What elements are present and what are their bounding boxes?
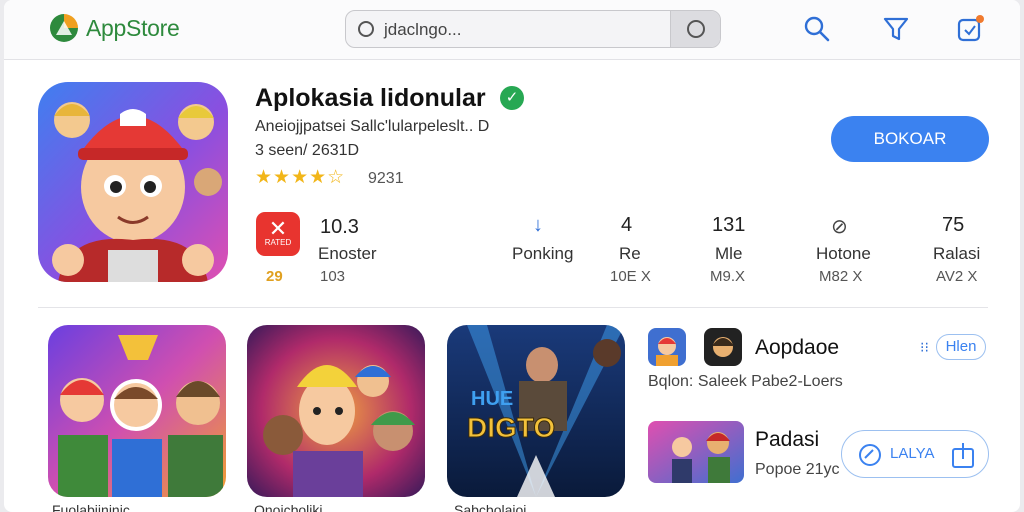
stat-value-mle: 131 xyxy=(712,214,746,236)
search-bar[interactable]: jdaclngo... xyxy=(345,10,721,48)
app-meta: 3 seen/ 2631D xyxy=(255,142,360,159)
stat-sub-size: 103 xyxy=(320,268,346,285)
search-circle-icon xyxy=(358,21,374,37)
related-app-action-label: LALYA xyxy=(890,445,935,462)
download-arrow-icon[interactable]: ↓ xyxy=(523,214,553,237)
stat-label-mle: Mle xyxy=(715,244,743,263)
stat-sub-mle: M9.X xyxy=(710,268,746,285)
related-app-banner-2[interactable] xyxy=(648,421,744,483)
app-store-logo-icon[interactable] xyxy=(48,12,80,44)
stat-value-ralasi: 75 xyxy=(942,214,965,236)
search-input[interactable]: jdaclngo... xyxy=(384,20,462,40)
stat-label-size: Enoster xyxy=(318,244,377,263)
stat-label-re: Re xyxy=(619,244,641,263)
app-store-window: AppStore jdaclngo... Aplokasia lidonular… xyxy=(4,0,1020,512)
more-options-icon[interactable]: ⁝⁝ xyxy=(920,339,929,356)
tag-icon xyxy=(859,444,881,466)
stat-label-hotone: Hotone xyxy=(816,244,871,263)
screenshot-3-caption: Sabcbolaioi xyxy=(454,502,527,512)
related-app-open-button[interactable]: Hlen xyxy=(936,334,986,360)
screenshot-3-title: DIGTO xyxy=(467,412,555,443)
screenshot-3-small-title: HUE xyxy=(471,388,513,410)
screenshot-1[interactable] xyxy=(48,325,226,497)
filter-icon[interactable] xyxy=(881,14,911,44)
notifications-icon[interactable] xyxy=(955,14,985,44)
stat-sub-hotone: M82 X xyxy=(819,268,863,285)
stat-sub-ralasi: AV2 X xyxy=(936,268,978,285)
screenshot-2[interactable] xyxy=(247,325,425,497)
rating-age-label: 29 xyxy=(266,268,283,285)
app-title: Aplokasia lidonular xyxy=(255,84,486,112)
search-icon[interactable] xyxy=(802,14,832,44)
share-icon xyxy=(952,443,974,468)
stat-label-ranking: Ponking xyxy=(512,244,574,263)
section-divider xyxy=(38,307,988,308)
top-bar: AppStore jdaclngo... xyxy=(4,0,1020,60)
screenshot-1-caption: Fuolabijninic xyxy=(52,502,130,512)
stat-label-ralasi: Ralasi xyxy=(933,244,981,263)
age-rating-badge: ✕ RATED xyxy=(256,212,300,256)
app-subtitle[interactable]: Aneiojjpatsei Sallc'lularpeleslt.. D xyxy=(255,118,489,136)
related-app-action-button[interactable]: LALYA xyxy=(841,430,989,478)
stat-value-size: 10.3 xyxy=(320,216,359,238)
related-app-subtitle-1: Bqlon: Saleek Pabe2-Loers xyxy=(648,373,843,390)
app-icon[interactable] xyxy=(38,82,228,282)
stat-value-re: 4 xyxy=(621,214,633,236)
screenshot-3[interactable]: HUE DIGTO xyxy=(447,325,625,497)
brand-name[interactable]: AppStore xyxy=(86,15,180,42)
search-submit-button[interactable] xyxy=(670,11,720,47)
related-app-title-1[interactable]: Aopdaoe xyxy=(755,336,839,360)
rating-stars: ★★★★☆ xyxy=(255,167,346,188)
stat-hotone-icon: ⊘ xyxy=(831,216,848,238)
clock-icon xyxy=(687,20,705,38)
rating-badge-sub: RATED xyxy=(264,238,292,247)
verified-check-icon: ✓ xyxy=(500,86,524,110)
screenshot-2-caption: Onoicboliki xyxy=(254,502,323,512)
rating-count: 9231 xyxy=(368,170,404,187)
related-app-subtitle-2: Popoe 21yc xyxy=(755,461,840,478)
related-app-icon-1a[interactable] xyxy=(648,328,686,366)
related-app-title-2[interactable]: Padasi xyxy=(755,428,819,452)
install-button[interactable]: BOKOAR xyxy=(831,116,989,162)
related-app-icon-1b[interactable] xyxy=(704,328,742,366)
stat-sub-re: 10E X xyxy=(610,268,651,285)
